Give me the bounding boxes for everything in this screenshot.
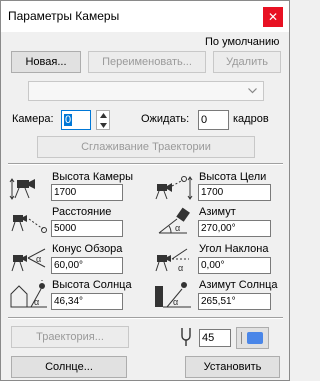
wait-frames-input[interactable]: 0: [198, 110, 229, 130]
azimuth-input[interactable]: 270,00°: [198, 220, 271, 237]
camera-settings-dialog: Параметры Камеры ✕ По умолчанию Новая...…: [0, 0, 290, 381]
swatch-divider: [241, 332, 242, 344]
arrow-up-icon[interactable]: [100, 113, 107, 118]
camera-height-input[interactable]: 1700: [51, 184, 123, 201]
camera-number-input[interactable]: 0: [61, 110, 91, 130]
delete-button[interactable]: Удалить: [213, 51, 281, 73]
tilt-angle-icon: α: [155, 248, 189, 273]
set-button[interactable]: Установить: [185, 356, 280, 378]
sun-azimuth-label: Азимут Солнца: [199, 279, 278, 291]
frames-label: кадров: [233, 113, 269, 125]
view-cone-label: Конус Обзора: [52, 243, 123, 255]
svg-text:α: α: [178, 263, 183, 273]
chevron-down-icon: [248, 88, 257, 94]
view-cone-icon: α: [11, 248, 46, 272]
pen-number-input[interactable]: 45: [199, 329, 231, 347]
dialog-title: Параметры Камеры: [8, 9, 120, 23]
view-cone-input[interactable]: 60,00°: [51, 257, 123, 274]
close-icon: ✕: [267, 10, 279, 24]
distance-input[interactable]: 5000: [51, 220, 123, 237]
pen-color-button[interactable]: [236, 327, 269, 349]
camera-height-label: Высота Камеры: [52, 171, 134, 183]
target-height-icon: [155, 176, 193, 200]
distance-label: Расстояние: [52, 206, 112, 218]
tilt-angle-input[interactable]: 0,00°: [198, 257, 271, 274]
close-button[interactable]: ✕: [263, 7, 283, 27]
separator: [8, 317, 283, 319]
svg-text:α: α: [36, 254, 41, 264]
target-height-input[interactable]: 1700: [198, 184, 271, 201]
title-bar: Параметры Камеры ✕: [1, 1, 289, 32]
path-button[interactable]: Траектория...: [11, 326, 129, 348]
camera-number-stepper[interactable]: [96, 110, 110, 130]
azimuth-icon: α: [158, 207, 190, 234]
sun-height-label: Высота Солнца: [52, 279, 132, 291]
tilt-angle-label: Угол Наклона: [199, 243, 269, 255]
camera-number-value: 0: [64, 114, 73, 126]
sun-azimuth-input[interactable]: 265,51°: [198, 293, 271, 310]
target-height-label: Высота Цели: [199, 171, 267, 183]
camera-height-icon: [9, 178, 35, 200]
pen-color-swatch: [247, 332, 263, 344]
svg-text:α: α: [34, 297, 39, 307]
sun-button[interactable]: Солнце...: [11, 356, 127, 378]
camera-number-label: Камера:: [12, 113, 54, 125]
wait-label: Ожидать:: [141, 113, 190, 125]
camera-preset-select[interactable]: [28, 81, 264, 101]
default-preset-label: По умолчанию: [205, 36, 280, 48]
new-camera-button[interactable]: Новая...: [11, 51, 81, 73]
distance-icon: [11, 215, 47, 233]
sun-azimuth-icon: α: [155, 282, 191, 308]
sun-height-icon: α: [10, 280, 47, 308]
separator: [8, 163, 283, 165]
azimuth-label: Азимут: [199, 206, 236, 218]
sun-height-input[interactable]: 46,34°: [51, 293, 123, 310]
smooth-path-button[interactable]: Сглаживание Траектории: [37, 136, 255, 158]
svg-text:α: α: [175, 223, 180, 233]
pen-icon: [181, 328, 191, 346]
arrow-down-icon[interactable]: [100, 123, 107, 128]
svg-text:α: α: [173, 297, 178, 307]
rename-button[interactable]: Переименовать...: [88, 51, 206, 73]
